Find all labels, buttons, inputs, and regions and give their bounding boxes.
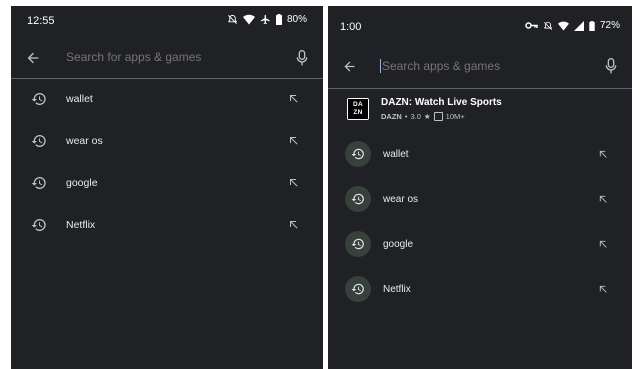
app-downloads: 10M+ <box>445 112 465 121</box>
microphone-icon[interactable] <box>599 54 623 78</box>
history-item[interactable]: Netflix <box>328 268 632 310</box>
wifi-icon <box>558 21 569 31</box>
airplane-mode-icon <box>260 14 271 25</box>
back-arrow-icon[interactable] <box>19 44 47 72</box>
app-title: DAZN: Watch Live Sports <box>381 97 502 108</box>
status-icons: 72% <box>525 20 620 31</box>
history-icon <box>31 133 47 149</box>
battery-icon <box>589 20 595 31</box>
fill-query-arrow-icon[interactable] <box>284 215 304 235</box>
search-bar[interactable] <box>11 36 323 80</box>
dazn-logo-text-bottom: ZN <box>353 109 363 116</box>
left-phone-screen: 12:55 80% walle <box>11 6 323 369</box>
history-icon <box>345 141 371 167</box>
search-input[interactable] <box>382 59 562 73</box>
fill-query-arrow-icon[interactable] <box>593 279 613 299</box>
search-input[interactable] <box>66 50 266 64</box>
cellular-signal-icon <box>573 20 584 31</box>
status-time: 1:00 <box>340 21 362 33</box>
history-item[interactable]: wear os <box>328 178 632 220</box>
fill-query-arrow-icon[interactable] <box>593 144 613 164</box>
history-item[interactable]: wear os <box>11 120 323 162</box>
fill-query-arrow-icon[interactable] <box>284 89 304 109</box>
battery-icon <box>275 14 282 25</box>
download-icon <box>433 112 443 121</box>
dazn-logo-text-top: DA <box>353 101 363 108</box>
fill-query-arrow-icon[interactable] <box>593 189 613 209</box>
meta-separator: • <box>404 112 408 121</box>
fill-query-arrow-icon[interactable] <box>284 131 304 151</box>
fill-query-arrow-icon[interactable] <box>593 234 613 254</box>
history-icon <box>31 175 47 191</box>
app-publisher: DAZN <box>381 112 402 121</box>
battery-percent: 80% <box>286 14 307 25</box>
history-item[interactable]: wallet <box>328 133 632 175</box>
status-icons: 80% <box>227 14 307 25</box>
text-cursor <box>380 59 381 73</box>
fill-query-arrow-icon[interactable] <box>284 173 304 193</box>
status-time: 12:55 <box>27 15 55 27</box>
history-label: wear os <box>383 193 419 205</box>
history-icon <box>31 217 47 233</box>
status-bar: 1:00 72% <box>328 6 632 36</box>
dazn-app-logo: DA ZN <box>347 98 369 120</box>
do-not-disturb-off-icon <box>227 14 238 25</box>
do-not-disturb-off-icon <box>543 21 553 31</box>
status-bar: 12:55 80% <box>11 6 323 36</box>
history-item[interactable]: Netflix <box>11 204 323 246</box>
app-suggestion-dazn[interactable]: DA ZN DAZN: Watch Live Sports DAZN • 3.0… <box>328 92 632 134</box>
history-label: wallet <box>66 93 93 105</box>
back-arrow-icon[interactable] <box>335 52 363 80</box>
history-item[interactable]: google <box>328 223 632 265</box>
history-icon <box>345 186 371 212</box>
history-icon <box>345 231 371 257</box>
wifi-icon <box>242 14 255 25</box>
history-label: wallet <box>383 148 409 160</box>
history-label: google <box>383 238 414 250</box>
history-label: google <box>66 177 98 189</box>
right-phone-screen: 1:00 72% Search apps & games DA ZN DAZN:… <box>328 6 632 369</box>
app-meta: DAZN • 3.0 ★ 10M+ <box>381 112 465 121</box>
key-icon <box>525 20 538 31</box>
history-icon <box>31 91 47 107</box>
history-label: wear os <box>66 135 103 147</box>
search-divider <box>328 88 632 89</box>
history-icon <box>345 276 371 302</box>
history-item[interactable]: google <box>11 162 323 204</box>
app-rating: 3.0 <box>410 112 421 121</box>
history-item[interactable]: wallet <box>11 78 323 120</box>
history-label: Netflix <box>66 219 96 231</box>
search-bar[interactable] <box>328 44 632 88</box>
battery-percent: 72% <box>599 20 620 31</box>
star-icon: ★ <box>423 112 431 121</box>
history-label: Netflix <box>383 283 411 295</box>
microphone-icon[interactable] <box>290 46 314 70</box>
